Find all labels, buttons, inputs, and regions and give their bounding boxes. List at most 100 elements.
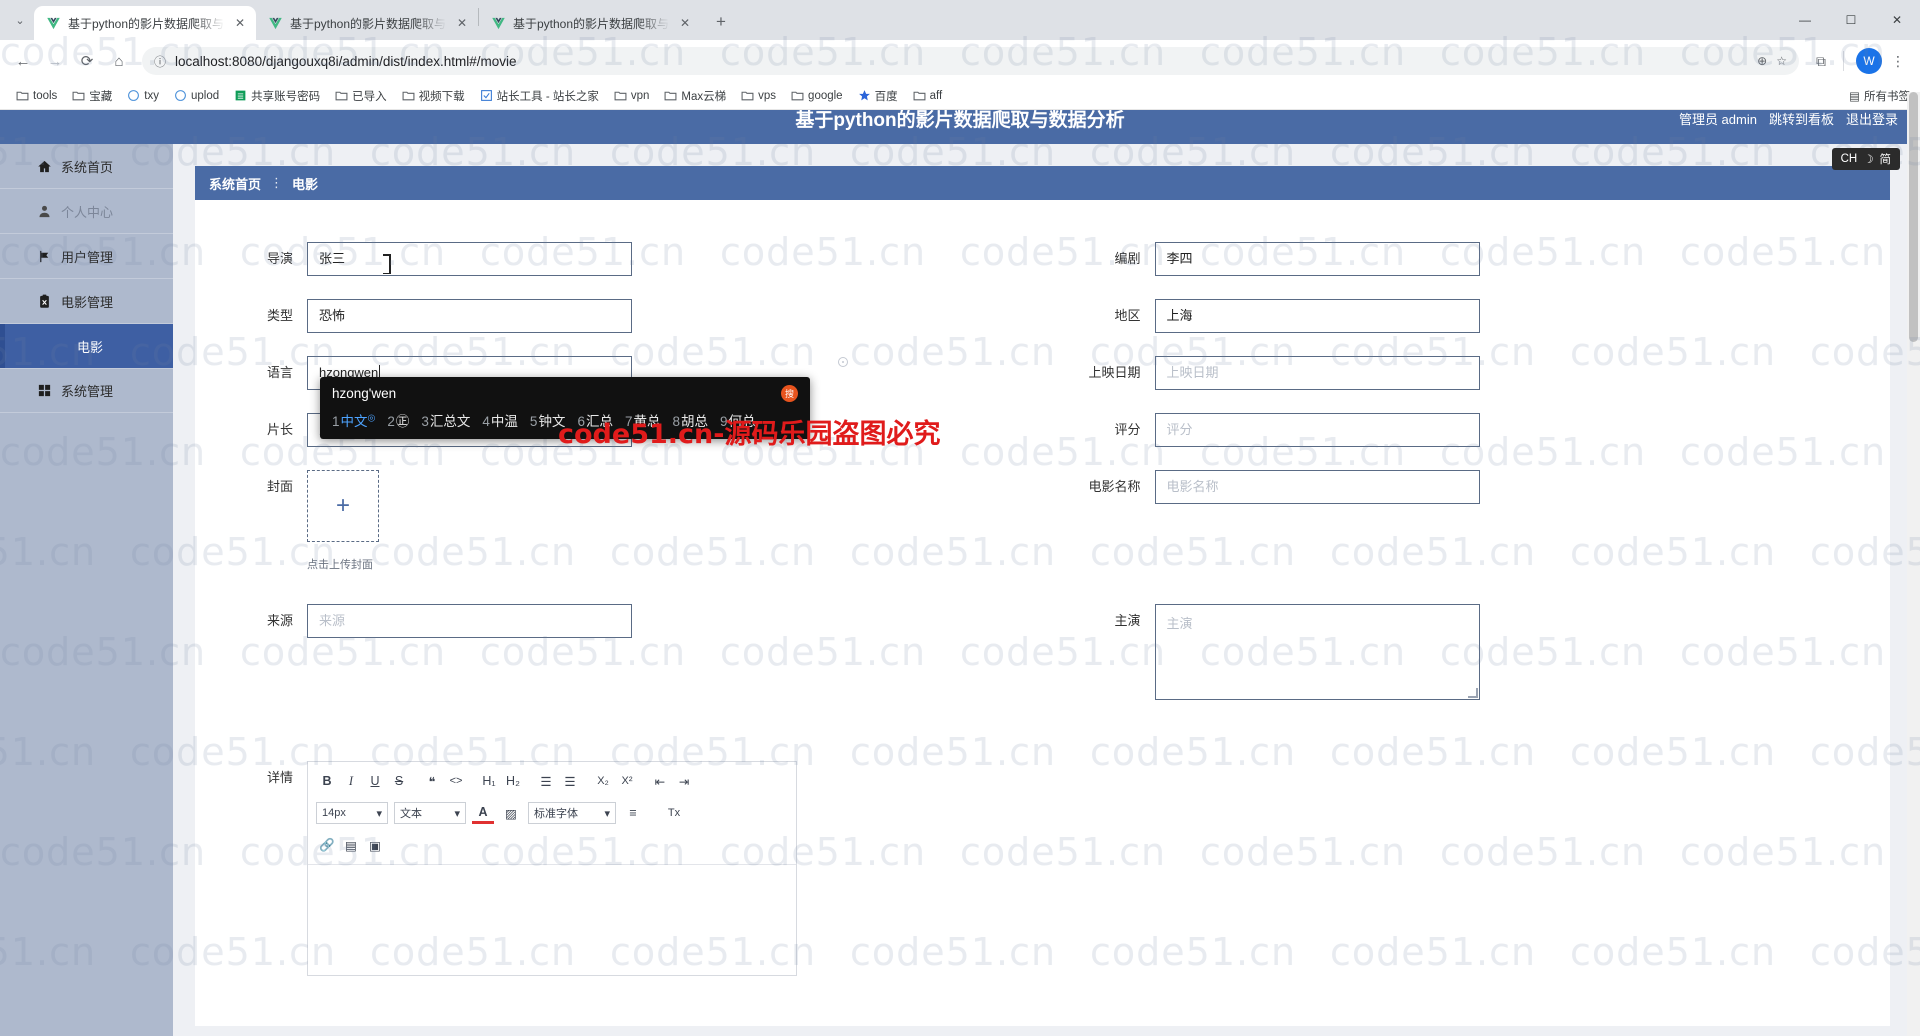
- bookmark-item-6[interactable]: 视频下载: [396, 85, 471, 107]
- vue-favicon: [47, 17, 60, 29]
- browser-tab-2[interactable]: 基于python的影片数据爬取与 ✕: [256, 6, 478, 40]
- browser-tab-3[interactable]: 基于python的影片数据爬取与 ✕: [479, 6, 701, 40]
- bookmark-item-5[interactable]: 已导入: [329, 85, 393, 107]
- page-scrollbar[interactable]: [1907, 92, 1920, 1036]
- all-bookmarks-icon: ▤: [1849, 90, 1860, 103]
- ime-candidate-4[interactable]: 4中温: [482, 410, 518, 430]
- bookmark-item-9[interactable]: Max云梯: [658, 85, 732, 107]
- folder-icon: [402, 89, 415, 102]
- bookmark-item-10[interactable]: vps: [735, 86, 782, 105]
- bookmark-item-12[interactable]: 百度: [852, 85, 904, 107]
- bookmark-label: txy: [144, 89, 159, 102]
- bookmark-item-3[interactable]: uplod: [168, 86, 225, 105]
- bookmark-label: tools: [33, 89, 58, 102]
- candidate-index: 1: [332, 414, 340, 429]
- bookmark-item-7[interactable]: 站长工具 - 站长之家: [474, 85, 605, 107]
- globe-icon: [127, 89, 140, 102]
- ime-logo-icon: 搜: [781, 385, 798, 402]
- candidate-index: 3: [421, 414, 429, 429]
- browser-tab-1[interactable]: 基于python的影片数据爬取与 ✕: [34, 6, 256, 40]
- bookmark-label: 共享账号密码: [251, 90, 321, 103]
- folder-icon: [72, 89, 85, 102]
- ime-candidate-3[interactable]: 3汇总文: [421, 410, 470, 430]
- ime-simplified-label[interactable]: 简: [1880, 151, 1892, 167]
- bookmark-item-4[interactable]: 共享账号密码: [228, 85, 326, 107]
- bookmark-label: 站长工具 - 站长之家: [496, 90, 599, 103]
- scrollbar-thumb[interactable]: [1909, 92, 1918, 342]
- all-bookmarks-label: 所有书签: [1864, 90, 1910, 103]
- ime-candidate-1[interactable]: 1中文◎: [332, 410, 375, 430]
- ime-composition-row: hzong'wen 搜: [320, 377, 810, 406]
- toolbar-divider: [1843, 51, 1844, 71]
- star-icon: [858, 89, 871, 102]
- sheet-icon: [234, 89, 247, 102]
- vue-favicon: [269, 17, 282, 29]
- bookmark-item-13[interactable]: aff: [907, 86, 949, 105]
- window-controls: — ☐ ✕: [1782, 0, 1920, 40]
- folder-icon: [335, 89, 348, 102]
- bookmark-label: uplod: [191, 89, 220, 102]
- minimize-button[interactable]: —: [1782, 0, 1828, 40]
- folder-icon: [664, 89, 677, 102]
- folder-icon: [791, 89, 804, 102]
- folder-icon: [741, 89, 754, 102]
- translate-icon[interactable]: ⊕: [1757, 54, 1767, 68]
- ime-mode-label[interactable]: CH: [1841, 153, 1858, 165]
- new-tab-button[interactable]: +: [707, 8, 735, 36]
- ime-composition-text: hzong'wen: [332, 386, 397, 401]
- tab-title: 基于python的影片数据爬取与: [513, 16, 670, 31]
- forward-icon[interactable]: →: [40, 46, 70, 76]
- bookmark-label: vps: [758, 89, 777, 102]
- tab-close-icon[interactable]: ✕: [454, 15, 470, 31]
- close-window-button[interactable]: ✕: [1874, 0, 1920, 40]
- bookmark-item-2[interactable]: txy: [121, 86, 165, 105]
- bookmark-star-icon[interactable]: ☆: [1776, 54, 1787, 68]
- reload-icon[interactable]: ⟳: [72, 46, 102, 76]
- tab-title: 基于python的影片数据爬取与: [68, 16, 225, 31]
- home-icon[interactable]: ⌂: [104, 46, 134, 76]
- bookmark-item-0[interactable]: tools: [10, 86, 63, 105]
- ime-status-bar[interactable]: CH ☽ 简: [1831, 148, 1900, 170]
- bookmark-label: 已导入: [352, 90, 387, 103]
- folder-icon: [614, 89, 627, 102]
- browser-menu-icon[interactable]: ⋮: [1884, 47, 1912, 75]
- back-icon[interactable]: ←: [8, 46, 38, 76]
- candidate-index: 5: [529, 414, 538, 429]
- globe-icon: [174, 89, 187, 102]
- site-info-icon[interactable]: ⓘ: [154, 53, 166, 70]
- folder-icon: [913, 89, 926, 102]
- candidate-index: 4: [482, 414, 490, 429]
- decorative-dot-icon: [838, 357, 848, 367]
- bookmark-item-8[interactable]: vpn: [608, 86, 656, 105]
- address-bar[interactable]: ⓘ localhost:8080/djangouxq8i/admin/dist/…: [142, 47, 1799, 75]
- bookmark-label: 宝藏: [89, 90, 113, 103]
- all-bookmarks-button[interactable]: ▤ 所有书签: [1849, 88, 1910, 104]
- maximize-button[interactable]: ☐: [1828, 0, 1874, 40]
- tab-search-icon[interactable]: ⌄: [6, 6, 34, 34]
- bookmark-label: aff: [929, 89, 943, 102]
- folder-icon: [16, 89, 29, 102]
- bookmark-item-11[interactable]: google: [785, 86, 849, 105]
- tool-icon: [480, 89, 493, 102]
- bookmark-item-1[interactable]: 宝藏: [66, 85, 118, 107]
- bookmark-label: Max云梯: [681, 90, 727, 103]
- tab-close-icon[interactable]: ✕: [677, 15, 693, 31]
- bookmark-label: vpn: [630, 89, 650, 102]
- browser-toolbar: ← → ⟳ ⌂ ⓘ localhost:8080/djangouxq8i/adm…: [0, 40, 1920, 82]
- browser-window: ⌄ 基于python的影片数据爬取与 ✕ 基于python的影片数据爬取与 ✕ …: [0, 0, 1920, 1036]
- extensions-icon[interactable]: ⧉: [1807, 47, 1835, 75]
- bookmarks-bar: tools 宝藏 txy uplod 共享账号密码 已导入 视频下载 站长工具 - 站长之家 v…: [0, 82, 1920, 110]
- tab-strip: ⌄ 基于python的影片数据爬取与 ✕ 基于python的影片数据爬取与 ✕ …: [0, 0, 1920, 40]
- profile-avatar[interactable]: W: [1856, 48, 1882, 74]
- url-text: localhost:8080/djangouxq8i/admin/dist/in…: [175, 53, 517, 69]
- tab-close-icon[interactable]: ✕: [232, 15, 248, 31]
- bookmark-label: google: [808, 89, 843, 102]
- text-cursor-icon: [383, 254, 391, 274]
- bookmark-label: 百度: [874, 90, 898, 103]
- red-watermark: code51.cn-源码乐园盗图必究: [558, 419, 941, 450]
- moon-icon[interactable]: ☽: [1863, 152, 1873, 166]
- ime-candidate-2[interactable]: 2㊣: [387, 410, 409, 430]
- vue-favicon: [492, 17, 505, 29]
- candidate-index: 2: [387, 414, 395, 429]
- tab-title: 基于python的影片数据爬取与: [290, 16, 447, 31]
